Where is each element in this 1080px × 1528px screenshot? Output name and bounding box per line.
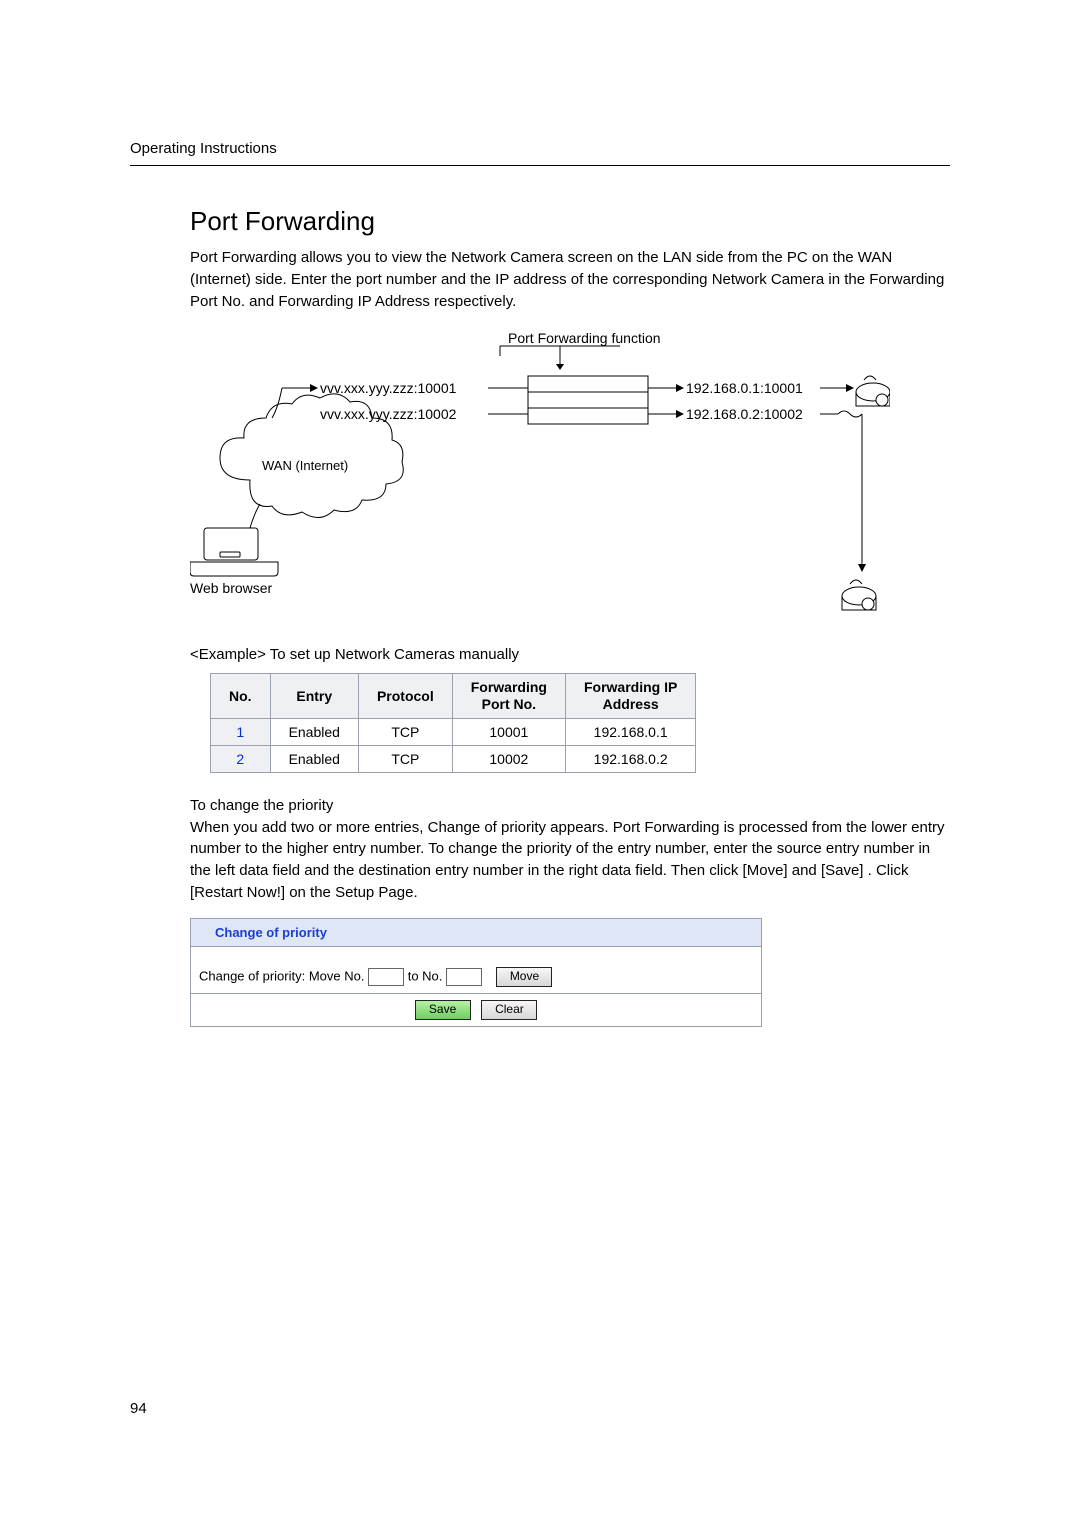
cell-entry: Enabled: [270, 718, 358, 745]
clear-button[interactable]: Clear: [481, 1000, 537, 1020]
col-no: No.: [211, 674, 271, 719]
source-entry-input[interactable]: [368, 968, 404, 986]
intro-paragraph: Port Forwarding allows you to view the N…: [190, 247, 950, 312]
cell-no: 1: [211, 718, 271, 745]
col-protocol: Protocol: [358, 674, 452, 719]
section-title: Port Forwarding: [190, 206, 950, 237]
save-button[interactable]: Save: [415, 1000, 471, 1020]
forwarding-table: No. Entry Protocol ForwardingPort No. Fo…: [210, 673, 696, 773]
cell-no: 2: [211, 745, 271, 772]
panel-body: Change of priority: Move No. to No. Move: [191, 947, 761, 994]
table-row: 2 Enabled TCP 10002 192.168.0.2: [211, 745, 696, 772]
cell-protocol: TCP: [358, 745, 452, 772]
cell-ip: 192.168.0.2: [565, 745, 695, 772]
cell-entry: Enabled: [270, 745, 358, 772]
panel-title: Change of priority: [191, 919, 761, 947]
page-number: 94: [130, 1400, 147, 1417]
priority-subheading: To change the priority: [190, 795, 950, 817]
running-header: Operating Instructions: [130, 140, 950, 166]
example-caption: <Example> To set up Network Cameras manu…: [190, 646, 950, 663]
cell-port: 10002: [452, 745, 565, 772]
priority-paragraph: When you add two or more entries, Change…: [190, 817, 950, 904]
move-no-prefix: Change of priority: Move No.: [199, 968, 364, 983]
change-of-priority-panel: Change of priority Change of priority: M…: [190, 918, 762, 1027]
cell-protocol: TCP: [358, 718, 452, 745]
cell-port: 10001: [452, 718, 565, 745]
table-row: 1 Enabled TCP 10001 192.168.0.1: [211, 718, 696, 745]
to-no-label: to No.: [408, 968, 443, 983]
cell-ip: 192.168.0.1: [565, 718, 695, 745]
dest-entry-input[interactable]: [446, 968, 482, 986]
move-button[interactable]: Move: [496, 967, 552, 987]
col-ip: Forwarding IPAddress: [565, 674, 695, 719]
table-header-row: No. Entry Protocol ForwardingPort No. Fo…: [211, 674, 696, 719]
col-entry: Entry: [270, 674, 358, 719]
port-forwarding-diagram: Port Forwarding function vvv.xxx.yyy.zzz…: [190, 330, 950, 630]
col-port: ForwardingPort No.: [452, 674, 565, 719]
